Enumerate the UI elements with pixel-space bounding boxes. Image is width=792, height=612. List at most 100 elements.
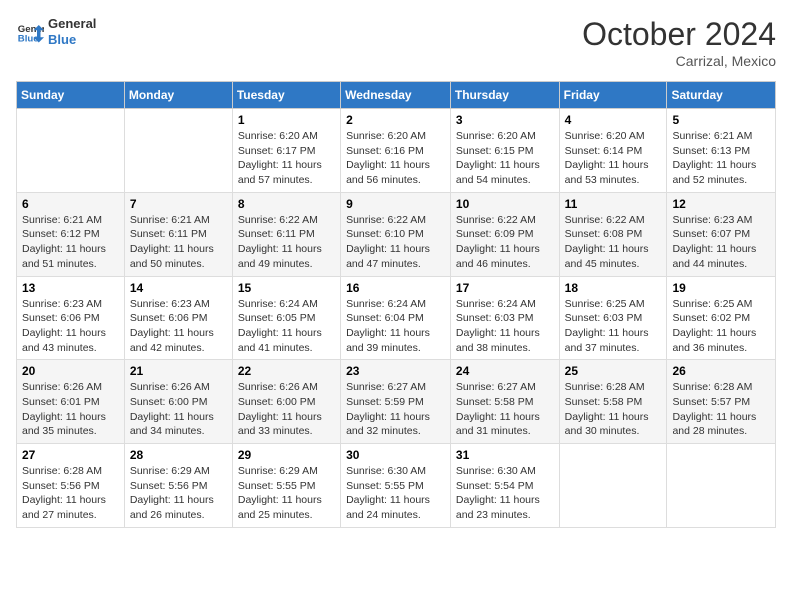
- day-details: Sunrise: 6:24 AMSunset: 6:04 PMDaylight:…: [346, 297, 445, 356]
- day-number: 22: [238, 364, 335, 378]
- calendar-week-2: 6Sunrise: 6:21 AMSunset: 6:12 PMDaylight…: [17, 192, 776, 276]
- day-number: 3: [456, 113, 554, 127]
- day-number: 29: [238, 448, 335, 462]
- calendar-cell: 20Sunrise: 6:26 AMSunset: 6:01 PMDayligh…: [17, 360, 125, 444]
- calendar-cell: 18 Sunrise: 6:25 AMSunset: 6:03 PMDayligh…: [559, 276, 667, 360]
- day-number: 11: [565, 197, 662, 211]
- calendar-cell: 3 Sunrise: 6:20 AMSunset: 6:15 PMDaylight…: [450, 109, 559, 193]
- calendar-cell: [559, 444, 667, 528]
- day-number: 16: [346, 281, 445, 295]
- calendar-body: 1 Sunrise: 6:20 AMSunset: 6:17 PMDaylight…: [17, 109, 776, 528]
- calendar-cell: 28 Sunrise: 6:29 AMSunset: 5:56 PMDayligh…: [124, 444, 232, 528]
- day-details: Sunrise: 6:29 AMSunset: 5:56 PMDaylight:…: [130, 464, 227, 523]
- day-details: Sunrise: 6:20 AMSunset: 6:16 PMDaylight:…: [346, 129, 445, 188]
- day-header-wednesday: Wednesday: [341, 82, 451, 109]
- calendar-cell: 31 Sunrise: 6:30 AMSunset: 5:54 PMDayligh…: [450, 444, 559, 528]
- calendar-cell: 29 Sunrise: 6:29 AMSunset: 5:55 PMDayligh…: [232, 444, 340, 528]
- day-header-friday: Friday: [559, 82, 667, 109]
- day-details: Sunrise: 6:20 AMSunset: 6:15 PMDaylight:…: [456, 129, 554, 188]
- day-number: 31: [456, 448, 554, 462]
- calendar-table: SundayMondayTuesdayWednesdayThursdayFrid…: [16, 81, 776, 528]
- day-details: Sunrise: 6:26 AMSunset: 6:01 PMDaylight:…: [22, 380, 119, 439]
- calendar-cell: 30 Sunrise: 6:30 AMSunset: 5:55 PMDayligh…: [341, 444, 451, 528]
- calendar-cell: 15 Sunrise: 6:24 AMSunset: 6:05 PMDayligh…: [232, 276, 340, 360]
- day-number: 12: [672, 197, 770, 211]
- day-details: Sunrise: 6:24 AMSunset: 6:03 PMDaylight:…: [456, 297, 554, 356]
- day-details: Sunrise: 6:29 AMSunset: 5:55 PMDaylight:…: [238, 464, 335, 523]
- logo-line1: General: [48, 16, 96, 32]
- calendar-cell: 25Sunrise: 6:28 AMSunset: 5:58 PMDayligh…: [559, 360, 667, 444]
- calendar-cell: 5 Sunrise: 6:21 AMSunset: 6:13 PMDaylight…: [667, 109, 776, 193]
- page-header: General Blue General Blue October 2024 C…: [16, 16, 776, 69]
- calendar-cell: 16 Sunrise: 6:24 AMSunset: 6:04 PMDayligh…: [341, 276, 451, 360]
- day-details: Sunrise: 6:26 AMSunset: 6:00 PMDaylight:…: [130, 380, 227, 439]
- calendar-week-1: 1 Sunrise: 6:20 AMSunset: 6:17 PMDaylight…: [17, 109, 776, 193]
- calendar-cell: [124, 109, 232, 193]
- title-block: October 2024 Carrizal, Mexico: [582, 16, 776, 69]
- calendar-cell: 1 Sunrise: 6:20 AMSunset: 6:17 PMDaylight…: [232, 109, 340, 193]
- calendar-cell: [667, 444, 776, 528]
- calendar-header-row: SundayMondayTuesdayWednesdayThursdayFrid…: [17, 82, 776, 109]
- day-details: Sunrise: 6:23 AMSunset: 6:07 PMDaylight:…: [672, 213, 770, 272]
- day-number: 5: [672, 113, 770, 127]
- day-header-thursday: Thursday: [450, 82, 559, 109]
- day-header-sunday: Sunday: [17, 82, 125, 109]
- day-number: 19: [672, 281, 770, 295]
- calendar-cell: 4 Sunrise: 6:20 AMSunset: 6:14 PMDaylight…: [559, 109, 667, 193]
- day-number: 6: [22, 197, 119, 211]
- day-details: Sunrise: 6:25 AMSunset: 6:03 PMDaylight:…: [565, 297, 662, 356]
- calendar-cell: [17, 109, 125, 193]
- day-details: Sunrise: 6:20 AMSunset: 6:14 PMDaylight:…: [565, 129, 662, 188]
- day-details: Sunrise: 6:28 AMSunset: 5:57 PMDaylight:…: [672, 380, 770, 439]
- day-details: Sunrise: 6:22 AMSunset: 6:08 PMDaylight:…: [565, 213, 662, 272]
- day-details: Sunrise: 6:26 AMSunset: 6:00 PMDaylight:…: [238, 380, 335, 439]
- day-number: 28: [130, 448, 227, 462]
- calendar-cell: 7Sunrise: 6:21 AMSunset: 6:11 PMDaylight…: [124, 192, 232, 276]
- calendar-cell: 21Sunrise: 6:26 AMSunset: 6:00 PMDayligh…: [124, 360, 232, 444]
- day-number: 26: [672, 364, 770, 378]
- day-details: Sunrise: 6:28 AMSunset: 5:56 PMDaylight:…: [22, 464, 119, 523]
- day-details: Sunrise: 6:30 AMSunset: 5:55 PMDaylight:…: [346, 464, 445, 523]
- day-details: Sunrise: 6:20 AMSunset: 6:17 PMDaylight:…: [238, 129, 335, 188]
- day-number: 7: [130, 197, 227, 211]
- calendar-cell: 8Sunrise: 6:22 AMSunset: 6:11 PMDaylight…: [232, 192, 340, 276]
- calendar-cell: 27 Sunrise: 6:28 AMSunset: 5:56 PMDayligh…: [17, 444, 125, 528]
- day-details: Sunrise: 6:23 AMSunset: 6:06 PMDaylight:…: [130, 297, 227, 356]
- day-number: 23: [346, 364, 445, 378]
- logo: General Blue General Blue: [16, 16, 96, 47]
- calendar-cell: 13 Sunrise: 6:23 AMSunset: 6:06 PMDayligh…: [17, 276, 125, 360]
- day-header-saturday: Saturday: [667, 82, 776, 109]
- calendar-cell: 6Sunrise: 6:21 AMSunset: 6:12 PMDaylight…: [17, 192, 125, 276]
- day-details: Sunrise: 6:25 AMSunset: 6:02 PMDaylight:…: [672, 297, 770, 356]
- day-details: Sunrise: 6:24 AMSunset: 6:05 PMDaylight:…: [238, 297, 335, 356]
- calendar-cell: 10Sunrise: 6:22 AMSunset: 6:09 PMDayligh…: [450, 192, 559, 276]
- calendar-week-5: 27 Sunrise: 6:28 AMSunset: 5:56 PMDayligh…: [17, 444, 776, 528]
- calendar-cell: 23 Sunrise: 6:27 AMSunset: 5:59 PMDayligh…: [341, 360, 451, 444]
- day-number: 4: [565, 113, 662, 127]
- day-number: 14: [130, 281, 227, 295]
- day-number: 13: [22, 281, 119, 295]
- day-header-monday: Monday: [124, 82, 232, 109]
- logo-line2: Blue: [48, 32, 96, 48]
- day-details: Sunrise: 6:21 AMSunset: 6:13 PMDaylight:…: [672, 129, 770, 188]
- day-details: Sunrise: 6:27 AMSunset: 5:59 PMDaylight:…: [346, 380, 445, 439]
- day-details: Sunrise: 6:27 AMSunset: 5:58 PMDaylight:…: [456, 380, 554, 439]
- day-number: 15: [238, 281, 335, 295]
- day-number: 18: [565, 281, 662, 295]
- calendar-cell: 11 Sunrise: 6:22 AMSunset: 6:08 PMDayligh…: [559, 192, 667, 276]
- day-number: 24: [456, 364, 554, 378]
- day-details: Sunrise: 6:23 AMSunset: 6:06 PMDaylight:…: [22, 297, 119, 356]
- day-number: 30: [346, 448, 445, 462]
- day-number: 8: [238, 197, 335, 211]
- day-number: 27: [22, 448, 119, 462]
- day-number: 9: [346, 197, 445, 211]
- calendar-cell: 22 Sunrise: 6:26 AMSunset: 6:00 PMDayligh…: [232, 360, 340, 444]
- calendar-cell: 9Sunrise: 6:22 AMSunset: 6:10 PMDaylight…: [341, 192, 451, 276]
- day-number: 2: [346, 113, 445, 127]
- day-number: 1: [238, 113, 335, 127]
- calendar-cell: 17Sunrise: 6:24 AMSunset: 6:03 PMDayligh…: [450, 276, 559, 360]
- day-details: Sunrise: 6:28 AMSunset: 5:58 PMDaylight:…: [565, 380, 662, 439]
- day-header-tuesday: Tuesday: [232, 82, 340, 109]
- day-details: Sunrise: 6:22 AMSunset: 6:09 PMDaylight:…: [456, 213, 554, 272]
- day-details: Sunrise: 6:30 AMSunset: 5:54 PMDaylight:…: [456, 464, 554, 523]
